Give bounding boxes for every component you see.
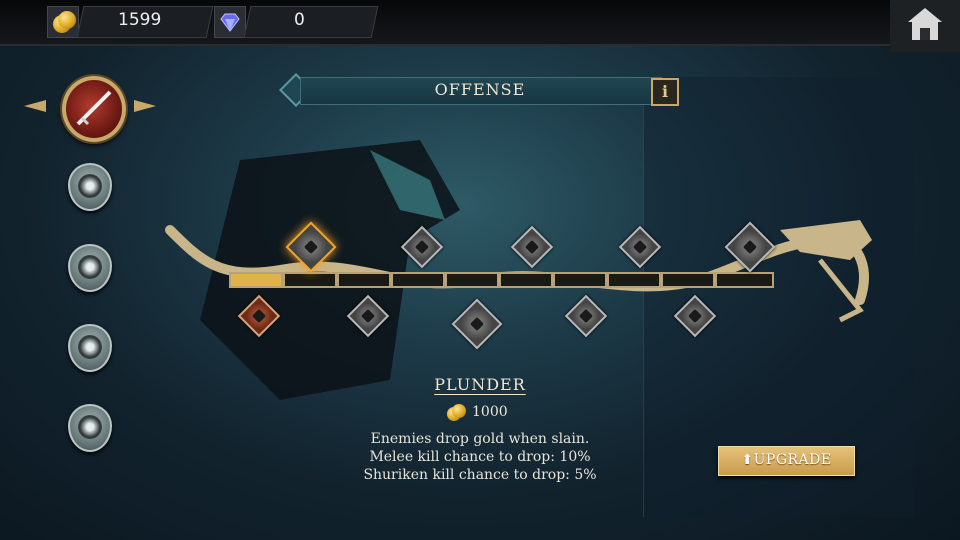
track-segment	[715, 272, 774, 288]
track-segment	[607, 272, 661, 288]
home-icon	[908, 8, 942, 40]
spirit-icon	[78, 255, 102, 279]
gem-icon-box	[214, 6, 246, 38]
tab-spirit[interactable]	[68, 244, 112, 292]
gold-amount: 1599	[118, 10, 162, 30]
page-title: OFFENSE	[434, 80, 526, 99]
gem-amount: 0	[294, 10, 305, 30]
track-segment	[499, 272, 553, 288]
gem-counter-bg	[243, 6, 379, 38]
skill-description-line: Enemies drop gold when slain.	[370, 431, 590, 447]
skill-description-line: Melee kill chance to drop: 10%	[369, 449, 591, 465]
skill-cost: 1000	[472, 404, 508, 420]
skill-description-line: Shuriken kill chance to drop: 5%	[363, 467, 597, 483]
ninja-icon	[78, 415, 102, 439]
tab-stealth[interactable]	[68, 404, 112, 452]
skill-name: PLUNDER	[434, 375, 526, 394]
track-segment	[553, 272, 607, 288]
upgrade-arrow-icon: ⬆	[741, 452, 754, 468]
tab-shadow-dash[interactable]	[68, 163, 112, 211]
info-icon[interactable]: i	[651, 78, 679, 106]
home-button[interactable]	[890, 0, 960, 52]
sword-icon	[76, 90, 112, 126]
track-segment	[445, 272, 499, 288]
gem-icon	[220, 13, 240, 32]
track-segment	[283, 272, 337, 288]
tab-magic[interactable]	[68, 324, 112, 372]
gold-coins-icon	[447, 404, 466, 422]
track-segment	[337, 272, 391, 288]
track-segment-filled	[229, 272, 283, 288]
track-segment	[391, 272, 445, 288]
top-bar: 1599 0	[0, 0, 890, 46]
upgrade-button[interactable]: ⬆UPGRADE	[718, 446, 855, 476]
track-segment	[661, 272, 715, 288]
tab-offense[interactable]	[62, 76, 126, 142]
gold-icon-box	[47, 6, 79, 38]
orb-icon	[78, 335, 102, 359]
runner-icon	[78, 174, 102, 198]
